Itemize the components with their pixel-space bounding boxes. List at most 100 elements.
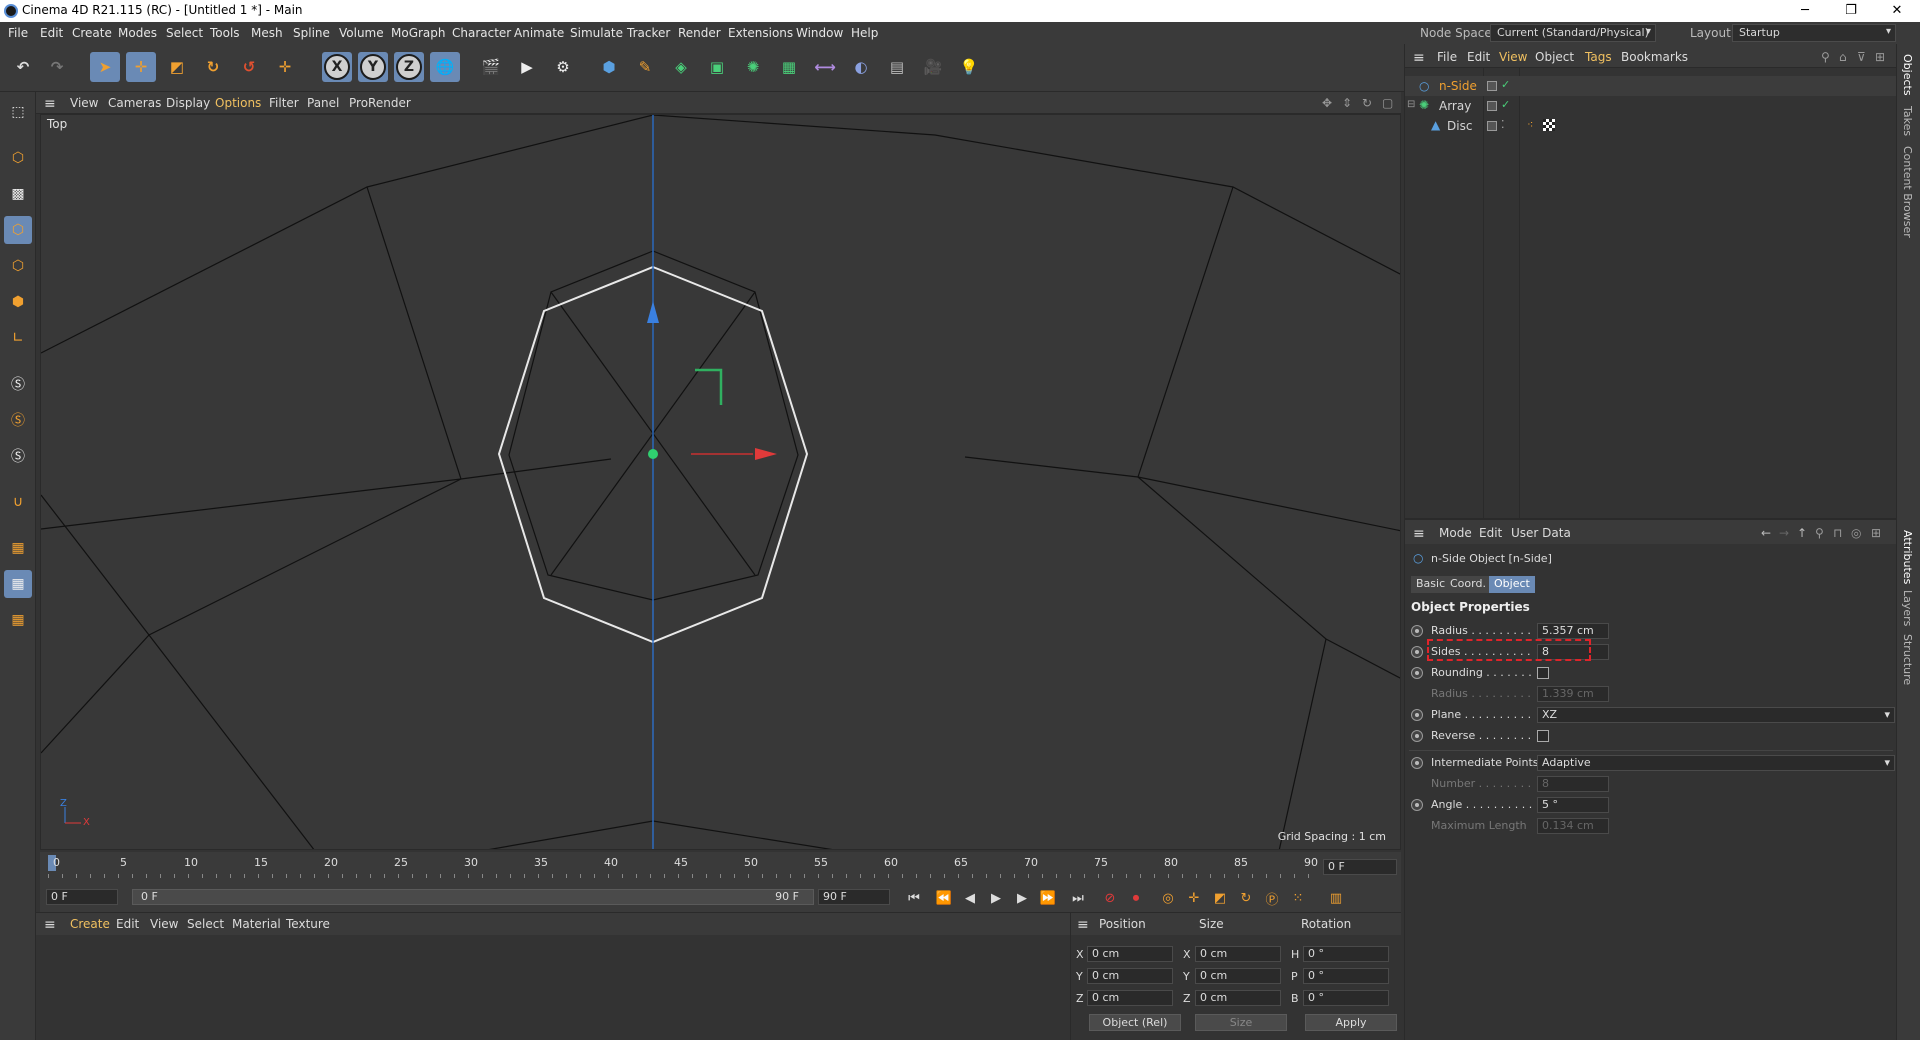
magnet-button[interactable]: ∪ xyxy=(4,488,32,516)
recent-tools-button[interactable]: ↺ xyxy=(234,52,264,82)
animate-radio-icon[interactable] xyxy=(1411,730,1423,742)
layer-box[interactable] xyxy=(1487,121,1497,131)
expand-toggle-icon[interactable]: ⊟ xyxy=(1407,99,1415,110)
menu-modes[interactable]: Modes xyxy=(118,26,157,40)
node-space-dropdown[interactable]: Current (Standard/Physical) ▾ xyxy=(1490,24,1656,42)
menu-simulate[interactable]: Simulate xyxy=(570,26,623,40)
hamburger-icon[interactable]: ≡ xyxy=(44,96,56,112)
animate-radio-icon[interactable] xyxy=(1411,799,1423,811)
search-icon[interactable]: ⚲ xyxy=(1815,526,1824,540)
material-menu-create[interactable]: Create xyxy=(70,917,110,931)
mograph-button[interactable]: ▦ xyxy=(774,52,804,82)
workplane-button[interactable]: ▦ xyxy=(4,534,32,562)
close-button[interactable]: ✕ xyxy=(1874,0,1920,22)
scale-tool-button[interactable]: ◩ xyxy=(162,52,192,82)
hamburger-icon[interactable]: ≡ xyxy=(44,917,56,933)
frame-range-slider[interactable]: 0 F 90 F xyxy=(132,889,814,905)
search-icon[interactable]: ⚲ xyxy=(1821,50,1830,64)
viewport-zoom-icon[interactable]: ⇕ xyxy=(1342,96,1352,110)
menu-animate[interactable]: Animate xyxy=(514,26,564,40)
planar-workplane-button[interactable]: ▦ xyxy=(4,606,32,634)
viewport-move-icon[interactable]: ✥ xyxy=(1322,96,1332,110)
layer-box[interactable] xyxy=(1487,81,1497,91)
history-icon[interactable]: ◎ xyxy=(1851,526,1861,540)
attr-menu-edit[interactable]: Edit xyxy=(1479,526,1502,540)
end-frame-field[interactable]: 90 F xyxy=(818,889,890,905)
maximize-button[interactable]: ❐ xyxy=(1828,0,1874,22)
axis-mode-button[interactable]: ∟ xyxy=(4,324,32,352)
animate-radio-icon[interactable] xyxy=(1411,757,1423,769)
rounding-radius-field[interactable]: 1.339 cm xyxy=(1537,686,1609,702)
menu-character[interactable]: Character xyxy=(452,26,511,40)
x-axis-lock-button[interactable]: X xyxy=(322,52,352,82)
up-arrow-icon[interactable]: ↑ xyxy=(1797,526,1807,540)
animate-radio-icon[interactable] xyxy=(1411,646,1423,658)
x-axis-arrow-icon[interactable] xyxy=(755,448,777,460)
points-mode-button[interactable]: ⬡ xyxy=(4,252,32,280)
render-view-button[interactable]: 🎬 xyxy=(476,52,506,82)
start-frame-field[interactable]: 0 F xyxy=(46,889,118,905)
sidetab-takes[interactable]: Takes xyxy=(1901,106,1914,136)
reverse-checkbox[interactable] xyxy=(1537,730,1549,742)
minimize-button[interactable]: ─ xyxy=(1782,0,1828,22)
menu-edit[interactable]: Edit xyxy=(40,26,63,40)
viewport-menu-filter[interactable]: Filter xyxy=(269,96,299,110)
filter-icon[interactable]: ⊽ xyxy=(1857,50,1866,64)
timeline-window-button[interactable]: ▥ xyxy=(1326,888,1346,908)
coordinate-system-button[interactable]: 🌐 xyxy=(430,52,460,82)
viewport-rotate-icon[interactable]: ↻ xyxy=(1362,96,1372,110)
size-mode-dropdown[interactable]: Size xyxy=(1195,1014,1287,1031)
rotation-b-field[interactable]: 0 ° xyxy=(1303,990,1389,1006)
polygons-mode-button[interactable]: ⬢ xyxy=(4,288,32,316)
lock-icon[interactable]: ⊓ xyxy=(1833,526,1842,540)
object-mode-button[interactable]: ⬡ xyxy=(4,216,32,244)
menu-help[interactable]: Help xyxy=(851,26,878,40)
material-menu-view[interactable]: View xyxy=(150,917,178,931)
record-keys-button[interactable]: ⊘ xyxy=(1100,888,1120,908)
locked-workplane-button[interactable]: ▦ xyxy=(4,570,32,598)
next-key-button[interactable]: ⏩ xyxy=(1038,888,1058,908)
play-button[interactable]: ▶ xyxy=(986,888,1006,908)
rotation-key-button[interactable]: ↻ xyxy=(1236,888,1256,908)
current-frame-field[interactable]: 0 F xyxy=(1323,859,1397,875)
attr-menu-mode[interactable]: Mode xyxy=(1439,526,1472,540)
object-center-icon[interactable] xyxy=(648,449,658,459)
size-z-field[interactable]: 0 cm xyxy=(1195,990,1281,1006)
number-field[interactable]: 8 xyxy=(1537,776,1609,792)
maximum-length-field[interactable]: 0.134 cm xyxy=(1537,818,1609,834)
next-frame-button[interactable]: ▶ xyxy=(1012,888,1032,908)
new-view-icon[interactable]: ⊞ xyxy=(1875,50,1885,64)
attr-menu-userdata[interactable]: User Data xyxy=(1511,526,1571,540)
position-x-field[interactable]: 0 cm xyxy=(1087,946,1173,962)
material-menu-edit[interactable]: Edit xyxy=(116,917,139,931)
object-row-array[interactable]: ⊟ ✺ Array ✓ xyxy=(1405,96,1896,116)
menu-window[interactable]: Window xyxy=(796,26,843,40)
menu-volume[interactable]: Volume xyxy=(339,26,384,40)
pen-button[interactable]: ✎ xyxy=(630,52,660,82)
sidetab-content-browser[interactable]: Content Browser xyxy=(1901,146,1914,238)
phong-tag-icon[interactable]: ⁖ xyxy=(1527,118,1533,131)
pla-key-button[interactable]: ⁙ xyxy=(1288,888,1308,908)
menu-render[interactable]: Render xyxy=(678,26,721,40)
position-z-field[interactable]: 0 cm xyxy=(1087,990,1173,1006)
position-y-field[interactable]: 0 cm xyxy=(1087,968,1173,984)
material-menu-material[interactable]: Material xyxy=(232,917,281,931)
light-button[interactable]: 💡 xyxy=(954,52,984,82)
apply-button[interactable]: Apply xyxy=(1305,1014,1397,1031)
floor-button[interactable]: ▤ xyxy=(882,52,912,82)
menu-mesh[interactable]: Mesh xyxy=(251,26,283,40)
objects-menu-view[interactable]: View xyxy=(1499,50,1527,64)
menu-tracker[interactable]: Tracker xyxy=(627,26,670,40)
viewport-menu-cameras[interactable]: Cameras xyxy=(108,96,161,110)
objects-menu-tags[interactable]: Tags xyxy=(1585,50,1612,64)
animate-radio-icon[interactable] xyxy=(1411,667,1423,679)
layer-box[interactable] xyxy=(1487,101,1497,111)
previous-frame-button[interactable]: ◀ xyxy=(960,888,980,908)
make-editable-button[interactable]: ⬚ xyxy=(4,98,32,126)
snap-button[interactable]: Ⓢ xyxy=(4,370,32,398)
material-menu-texture[interactable]: Texture xyxy=(286,917,330,931)
field-button[interactable]: ◐ xyxy=(846,52,876,82)
autokey-button[interactable]: ⏺ xyxy=(1126,888,1146,908)
viewport-top[interactable]: Top Z X Grid Spacing: 1 cm xyxy=(40,114,1401,850)
animate-radio-icon[interactable] xyxy=(1411,625,1423,637)
